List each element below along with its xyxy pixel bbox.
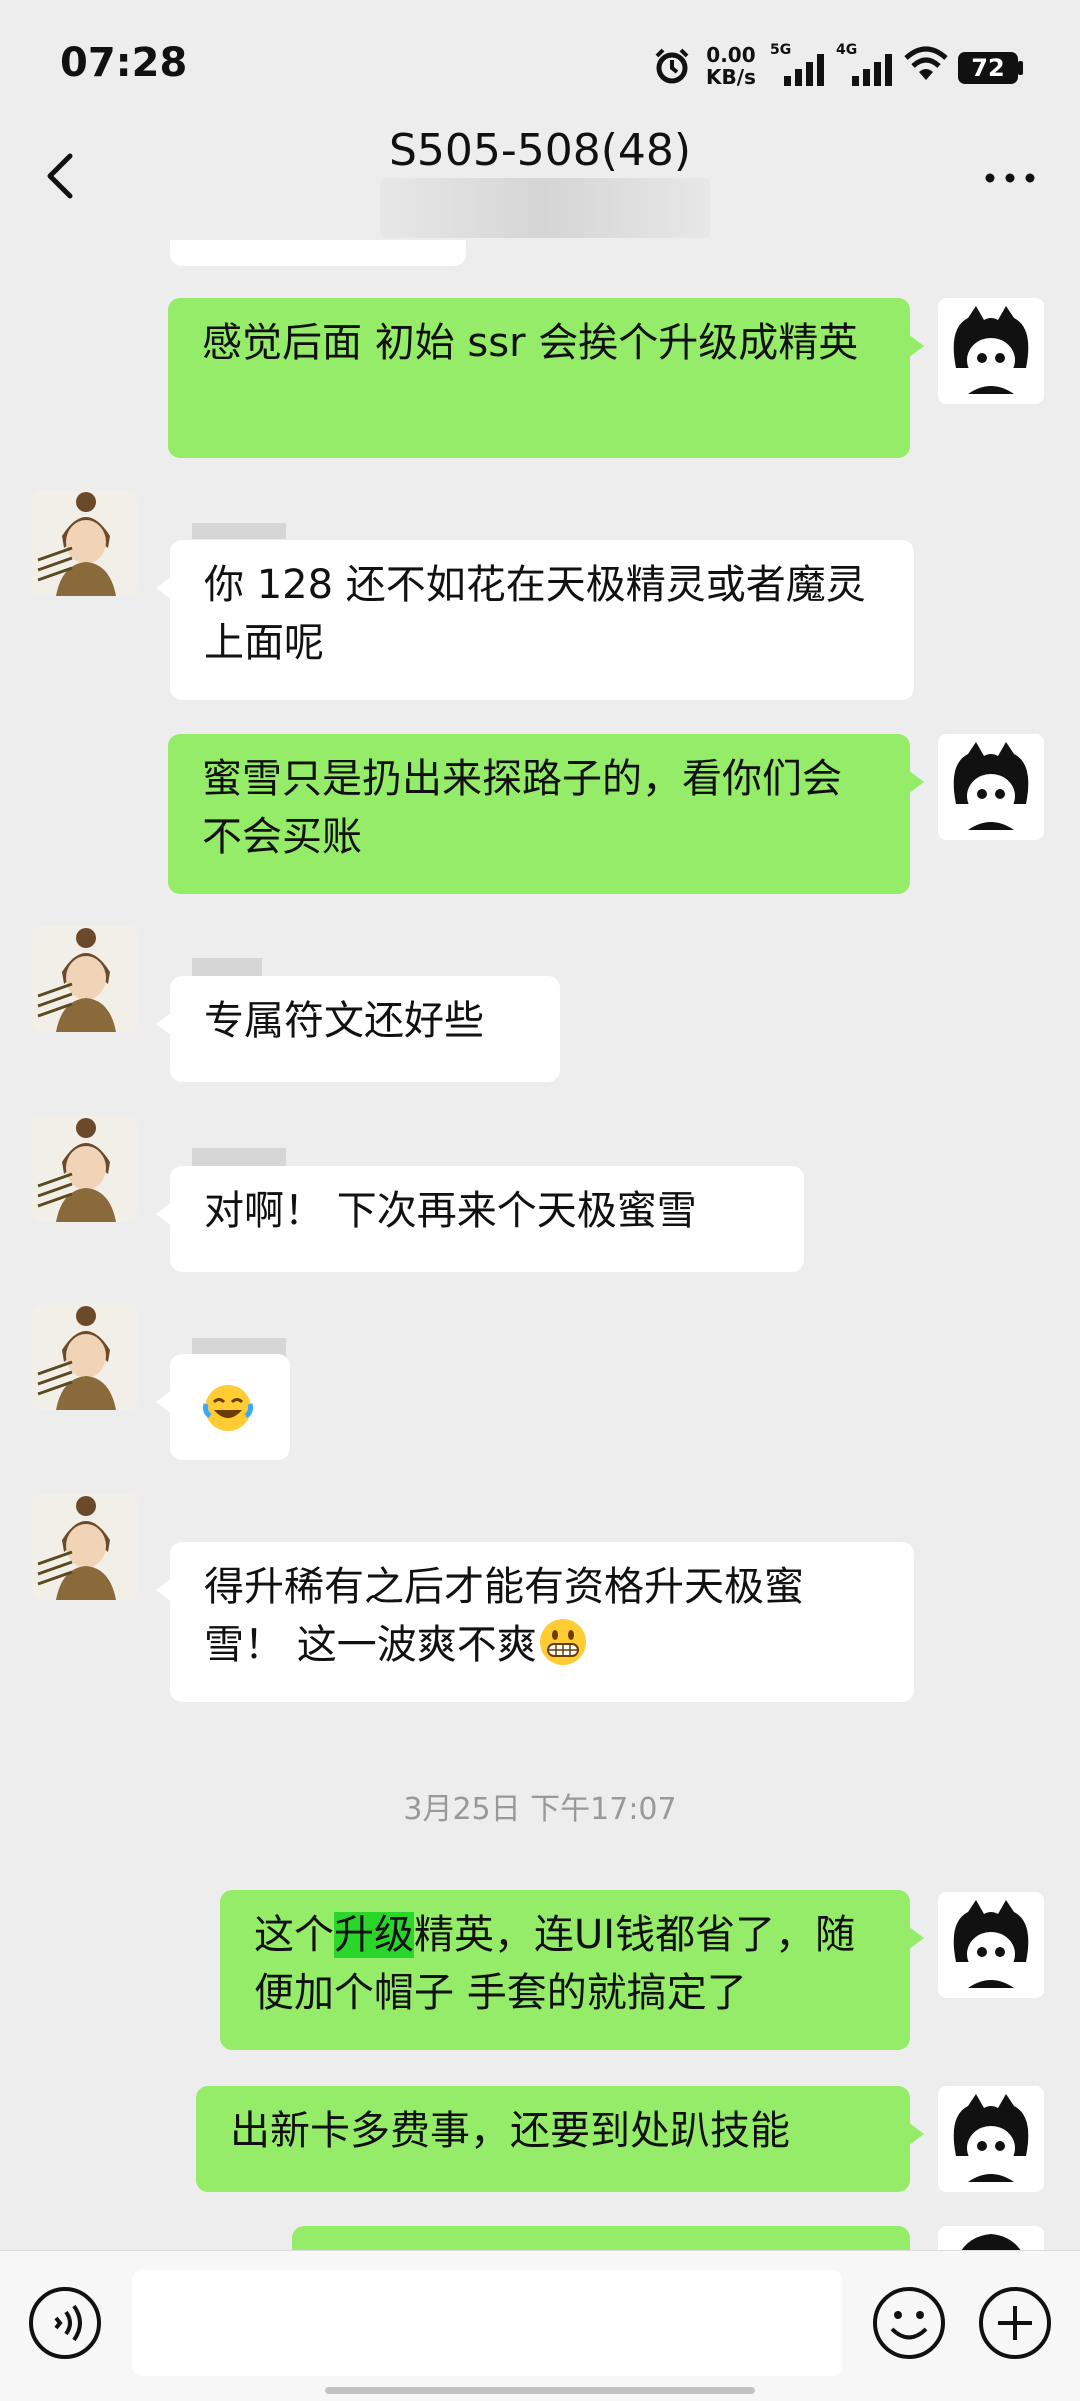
date-separator: 3月25日 下午17:07 (403, 1792, 677, 1827)
net-speed: 0.00 KB/s (706, 43, 756, 89)
battery-icon: 72 (958, 52, 1018, 84)
emoji-icon[interactable] (870, 2284, 948, 2362)
plus-icon[interactable] (976, 2284, 1054, 2362)
my-message-bubble[interactable]: 感觉后面 初始 ssr 会挨个升级成精英 (168, 298, 924, 458)
my-avatar[interactable] (938, 2086, 1044, 2192)
voice-icon[interactable] (26, 2284, 104, 2362)
contact-avatar[interactable] (32, 1116, 138, 1222)
my-avatar[interactable] (938, 298, 1044, 404)
laughing-crying-emoji-icon (203, 1385, 253, 1431)
status-bar: 07:28 0.00 KB/s 5G 4G 72 (0, 0, 1080, 130)
contact-message-bubble[interactable]: 你 128 还不如花在天极精灵或者魔灵上面呢 (156, 540, 914, 700)
character-avatar-icon (37, 492, 116, 596)
signal-icon (784, 54, 824, 86)
message-input[interactable] (132, 2270, 842, 2376)
my-message-bubble[interactable]: 出新卡多费事，还要到处趴技能 (196, 2086, 924, 2192)
more-icon[interactable] (980, 168, 1040, 188)
character-avatar-icon (37, 1306, 116, 1410)
contact-avatar[interactable] (32, 490, 138, 596)
sender-name-blur (192, 523, 286, 539)
status-time: 07:28 (60, 40, 188, 86)
cat-avatar-icon (953, 1900, 1029, 1988)
contact-message-bubble[interactable] (156, 1354, 290, 1460)
alarm-icon (655, 48, 689, 84)
signal-icon (852, 54, 892, 86)
contact-message-bubble[interactable]: 得升稀有之后才能有资格升天极蜜雪！ 这一波爽不爽 (156, 1542, 914, 1702)
contact-avatar[interactable] (32, 1304, 138, 1410)
wifi-icon (904, 46, 948, 80)
contact-avatar[interactable] (32, 1494, 138, 1600)
my-avatar[interactable] (938, 734, 1044, 840)
sender-name-blur (192, 958, 262, 978)
grinning-emoji-icon (539, 1619, 586, 1665)
character-avatar-icon (37, 1118, 116, 1222)
cat-avatar-icon (953, 742, 1029, 830)
chat-title[interactable]: S505-508(48) (0, 125, 1080, 176)
contact-message-bubble[interactable]: 专属符文还好些 (156, 976, 560, 1082)
partial-bubble (170, 240, 466, 266)
character-avatar-icon (37, 928, 116, 1032)
contact-message-bubble[interactable]: 对啊！ 下次再来个天极蜜雪 (156, 1166, 804, 1272)
character-avatar-icon (37, 1496, 116, 1600)
my-message-bubble[interactable]: 蜜雪只是扔出来探路子的，看你们会不会买账 (168, 734, 924, 894)
cat-avatar-icon (953, 2094, 1029, 2182)
search-highlight: 升级 (334, 1912, 414, 1958)
cat-avatar-icon (953, 306, 1029, 394)
my-message-bubble[interactable]: 这个升级精英，连UI钱都省了，随便加个帽子 手套的就搞定了 (220, 1890, 924, 2050)
my-avatar[interactable] (938, 1892, 1044, 1998)
home-indicator[interactable] (325, 2387, 755, 2394)
subtitle-blur (380, 178, 710, 238)
contact-avatar[interactable] (32, 926, 138, 1032)
